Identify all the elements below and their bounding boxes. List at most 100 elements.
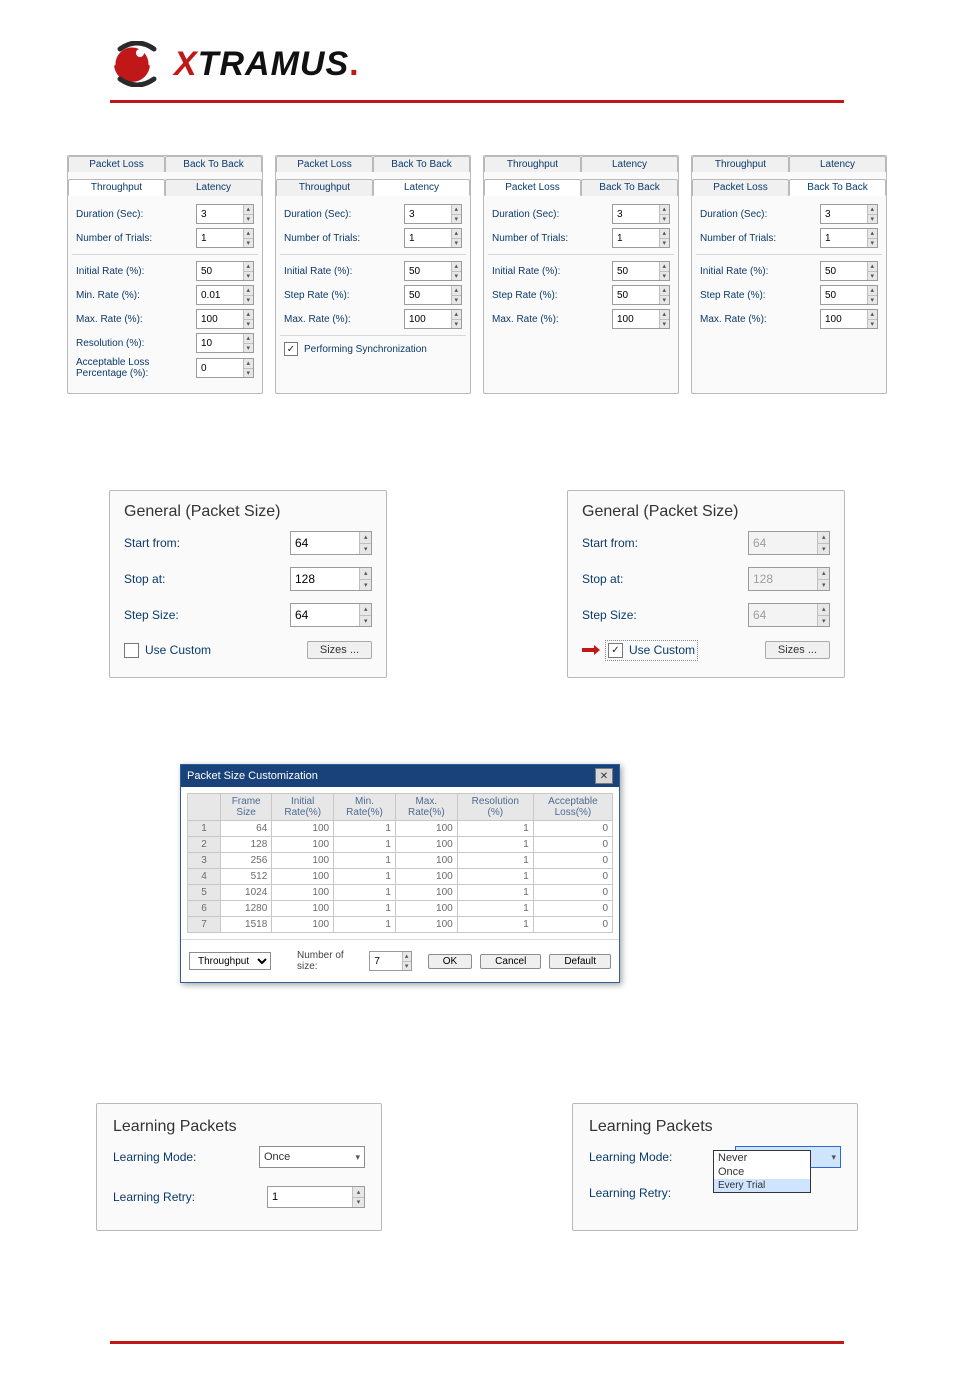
panel-back-to-back: Throughput Latency Packet Loss Back To B… [691,155,887,394]
tab-packet-loss[interactable]: Packet Loss [68,156,165,172]
button-ok[interactable]: OK [428,954,472,969]
input-max-rate[interactable]: ▴▾ [820,309,878,329]
option-every-trial[interactable]: Every Trial [714,1179,810,1192]
label-acceptable-loss: Acceptable Loss Percentage (%): [76,357,190,379]
tab-back-to-back[interactable]: Back To Back [373,156,470,172]
tab-packet-loss[interactable]: Packet Loss [484,179,581,196]
input-step-size[interactable]: ▴▾ [748,603,830,627]
select-learning-mode[interactable]: Once▾ [259,1146,365,1168]
select-mode[interactable]: Throughput [189,952,271,970]
label-number-of-size: Number of size: [297,950,361,972]
label-learning-mode: Learning Mode: [589,1150,729,1164]
input-duration[interactable]: ▴▾ [820,204,878,224]
chevron-down-icon: ▾ [355,1152,360,1163]
option-once[interactable]: Once [714,1165,810,1179]
option-never[interactable]: Never [714,1151,810,1165]
group-packet-size: General (Packet Size) Start from: ▴▾ Sto… [109,490,387,678]
tab-latency[interactable]: Latency [165,179,262,196]
input-duration[interactable]: ▴▾ [196,204,254,224]
input-acceptable-loss[interactable]: ▴▾ [196,358,254,378]
label-resolution: Resolution (%): [76,338,190,349]
input-step-rate[interactable]: ▴▾ [612,285,670,305]
button-cancel[interactable]: Cancel [480,954,541,969]
tab-back-to-back[interactable]: Back To Back [581,179,678,196]
col-resolution: Resolution (%) [457,794,533,821]
table-row: 71518100110010 [188,917,613,933]
input-stop-at[interactable]: ▴▾ [290,567,372,591]
input-step-rate[interactable]: ▴▾ [404,285,462,305]
input-trials[interactable]: ▴▾ [820,228,878,248]
input-max-rate[interactable]: ▴▾ [612,309,670,329]
input-step-rate[interactable]: ▴▾ [820,285,878,305]
input-initial-rate[interactable]: ▴▾ [612,261,670,281]
checkbox-use-custom[interactable]: Use Custom [124,643,211,658]
input-trials[interactable]: ▴▾ [404,228,462,248]
col-max-rate: Max. Rate(%) [395,794,457,821]
input-initial-rate[interactable]: ▴▾ [196,261,254,281]
input-initial-rate[interactable]: ▴▾ [404,261,462,281]
tab-throughput[interactable]: Throughput [484,156,581,172]
checkbox-use-custom[interactable]: ✓Use Custom [608,643,695,658]
col-frame-size: Frame Size [221,794,272,821]
button-default[interactable]: Default [549,954,611,969]
col-min-rate: Min. Rate(%) [334,794,396,821]
dialog-packet-size-customization: Packet Size Customization ✕ Frame Size I… [180,764,620,983]
input-duration[interactable]: ▴▾ [612,204,670,224]
input-stop-at[interactable]: ▴▾ [748,567,830,591]
dialog-title: Packet Size Customization [187,770,318,782]
legend-learning-packets: Learning Packets [589,1118,713,1135]
label-learning-mode: Learning Mode: [113,1150,253,1164]
table-row: 61280100110010 [188,901,613,917]
button-sizes[interactable]: Sizes ... [765,641,830,659]
close-icon[interactable]: ✕ [595,768,613,784]
footer-divider [110,1341,844,1344]
table-row: 4512100110010 [188,869,613,885]
panel-packet-loss: Throughput Latency Packet Loss Back To B… [483,155,679,394]
tab-packet-loss[interactable]: Packet Loss [692,179,789,196]
col-acceptable-loss: Acceptable Loss(%) [533,794,612,821]
col-index [188,794,221,821]
legend-packet-size: General (Packet Size) [582,503,739,520]
table-row: 2128100110010 [188,837,613,853]
brand-mark-icon [110,41,164,87]
tab-throughput[interactable]: Throughput [276,179,373,196]
input-resolution[interactable]: ▴▾ [196,333,254,353]
input-number-of-size[interactable]: ▴▾ [369,951,411,971]
brand-wordmark: XTRAMUS. [174,45,360,84]
panel-throughput: Packet Loss Back To Back Throughput Late… [67,155,263,394]
label-duration: Duration (Sec): [76,209,190,220]
header-divider [110,100,844,103]
legend-packet-size: General (Packet Size) [124,503,281,520]
input-trials[interactable]: ▴▾ [612,228,670,248]
input-max-rate[interactable]: ▴▾ [196,309,254,329]
group-learning-packets-open: Learning Packets Learning Mode: Once▾ Ne… [572,1103,858,1231]
arrow-icon [582,645,600,655]
input-initial-rate[interactable]: ▴▾ [820,261,878,281]
input-duration[interactable]: ▴▾ [404,204,462,224]
input-start-from[interactable]: ▴▾ [290,531,372,555]
input-trials[interactable]: ▴▾ [196,228,254,248]
tab-latency[interactable]: Latency [373,179,470,196]
tab-throughput[interactable]: Throughput [68,179,165,196]
label-min-rate: Min. Rate (%): [76,290,190,301]
tab-back-to-back[interactable]: Back To Back [165,156,262,172]
group-learning-packets: Learning Packets Learning Mode: Once▾ Le… [96,1103,382,1231]
tab-throughput[interactable]: Throughput [692,156,789,172]
tab-back-to-back[interactable]: Back To Back [789,179,886,196]
dropdown-learning-mode[interactable]: Never Once Every Trial [713,1150,811,1193]
input-start-from[interactable]: ▴▾ [748,531,830,555]
tab-latency[interactable]: Latency [789,156,886,172]
input-learning-retry[interactable]: ▴▾ [267,1186,365,1208]
checkbox-performing-sync[interactable]: ✓Performing Synchronization [284,342,462,356]
input-min-rate[interactable]: ▴▾ [196,285,254,305]
table-packet-size: Frame Size Initial Rate(%) Min. Rate(%) … [187,793,613,933]
table-row: 3256100110010 [188,853,613,869]
table-row: 164100110010 [188,821,613,837]
button-sizes[interactable]: Sizes ... [307,641,372,659]
tab-latency[interactable]: Latency [581,156,678,172]
tab-packet-loss[interactable]: Packet Loss [276,156,373,172]
input-step-size[interactable]: ▴▾ [290,603,372,627]
col-initial-rate: Initial Rate(%) [272,794,334,821]
brand-logo: XTRAMUS. [110,34,954,94]
input-max-rate[interactable]: ▴▾ [404,309,462,329]
